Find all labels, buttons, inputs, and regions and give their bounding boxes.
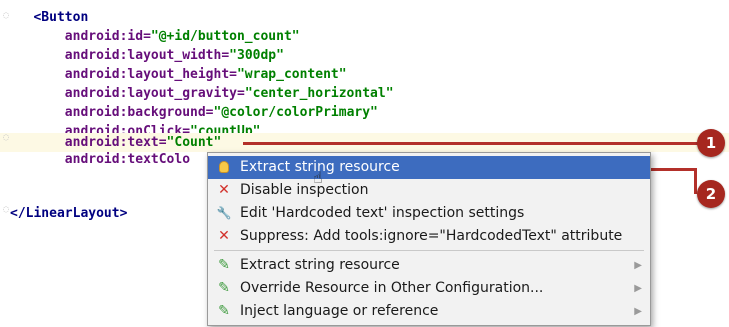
menu-item-extract-string-resource[interactable]: Extract string resource: [208, 156, 650, 179]
code-line[interactable]: android:layout_gravity="center_horizonta…: [0, 84, 729, 103]
code-token-val: "center_horizontal": [244, 86, 394, 101]
submenu-arrow-icon: ▶: [634, 283, 642, 294]
code-line[interactable]: android:background="@color/colorPrimary": [0, 103, 729, 122]
menu-item-label: Inject language or reference: [240, 303, 439, 319]
menu-item-label: Edit 'Hardcoded text' inspection setting…: [240, 205, 525, 221]
mouse-cursor-icon: ☝: [313, 168, 323, 187]
code-line[interactable]: android:layout_width="300dp": [0, 46, 729, 65]
menu-item-label: Override Resource in Other Configuration…: [240, 280, 544, 296]
code-token-attr: android:layout_width=: [64, 48, 230, 63]
submenu-arrow-icon: ▶: [634, 260, 642, 271]
fold-marker-icon[interactable]: ◌: [3, 10, 11, 21]
menu-item-label: Disable inspection: [240, 182, 369, 198]
code-editor[interactable]: <Button android:id="@+id/button_count" a…: [0, 0, 729, 327]
pencil-icon: ✎: [218, 303, 230, 319]
code-token-val: "Count": [166, 135, 222, 150]
menu-item-disable-inspection[interactable]: ✕ Disable inspection: [208, 179, 650, 202]
code-token-attr: android:textColo: [64, 152, 191, 167]
lightbulb-icon: [216, 156, 232, 179]
intention-actions-popup[interactable]: Extract string resource ✕ Disable inspecti…: [207, 152, 651, 326]
menu-item-label: Extract string resource: [240, 257, 400, 273]
pencil-icon: ✎: [218, 257, 230, 273]
fold-marker-icon[interactable]: ◌: [3, 204, 11, 215]
code-line[interactable]: android:id="@+id/button_count": [0, 27, 729, 46]
code-token-val: "300dp": [229, 48, 284, 63]
callout-2-line: [648, 168, 696, 171]
code-token-val: "@+id/button_count": [150, 29, 300, 44]
wrench-icon: 🔧: [216, 206, 232, 220]
code-token-tag: <Button: [33, 10, 89, 25]
code-token-tag: </LinearLayout>: [10, 206, 128, 221]
code-token-val: "wrap_content": [236, 67, 347, 82]
menu-item-label: Suppress: Add tools:ignore="HardcodedTex…: [240, 228, 623, 244]
code-token-val: "@color/colorPrimary": [213, 105, 378, 120]
callout-1-badge: 1: [697, 129, 725, 157]
code-token-attr: android:id=: [64, 29, 151, 44]
code-token-attr: android:layout_gravity=: [64, 86, 245, 101]
code-token-attr: android:background=: [64, 105, 214, 120]
menu-separator: [214, 250, 644, 251]
submenu-arrow-icon: ▶: [634, 306, 642, 317]
menu-item-suppress-add-tools-ignore-hardcodedtext-attribute[interactable]: ✕ Suppress: Add tools:ignore="HardcodedTe…: [208, 225, 650, 248]
pencil-icon: ✎: [218, 280, 230, 296]
code-line[interactable]: <Button: [0, 8, 729, 27]
menu-item-edit-hardcoded-text-inspection-settings[interactable]: 🔧 Edit 'Hardcoded text' inspection settin…: [208, 202, 650, 225]
code-token-attr: android:text=: [64, 135, 167, 150]
menu-item-override-resource-in-other-configuration[interactable]: ✎ Override Resource in Other Configuratio…: [208, 277, 650, 300]
x-icon: ✕: [218, 228, 230, 244]
menu-item-extract-string-resource[interactable]: ✎ Extract string resource ▶: [208, 254, 650, 277]
x-icon: ✕: [218, 182, 230, 198]
callout-2-badge: 2: [697, 180, 725, 208]
menu-item-inject-language-or-reference[interactable]: ✎ Inject language or reference ▶: [208, 300, 650, 323]
fold-marker-icon[interactable]: ◌: [3, 132, 11, 143]
callout-1-line: [243, 142, 699, 145]
code-token-attr: android:layout_height=: [64, 67, 237, 82]
code-line[interactable]: android:layout_height="wrap_content": [0, 65, 729, 84]
